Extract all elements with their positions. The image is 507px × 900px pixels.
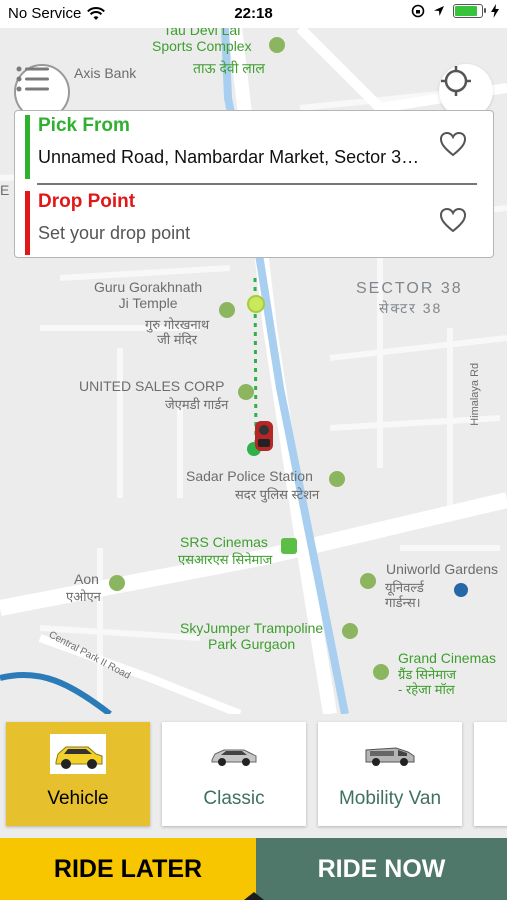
route-start-dot [247,295,265,313]
lock-rotation-icon [411,4,425,18]
ride-now-button[interactable]: RIDE NOW [256,838,507,900]
mobility-van-label: Mobility Van [338,788,442,809]
yellow-car-icon [50,734,106,774]
address-divider [37,183,477,185]
map-label-aon: Aon [74,571,99,587]
bottom-actions: RIDE LATER RIDE NOW [0,838,507,900]
silver-car-icon [211,749,257,766]
vehicle-option-partial[interactable] [474,722,507,826]
map-label-axis-bank: Axis Bank [74,65,137,81]
blue-marker [454,583,468,597]
address-card: Pick From Unnamed Road, Nambardar Market… [14,110,494,258]
vehicle-option-vehicle[interactable]: Vehicle [6,722,150,826]
map-label-united-sales-hi: जेएमडी गार्डन [165,397,229,412]
pickup-indicator [25,115,30,179]
canal-bottom-left [0,672,112,714]
map-label-sadar-police-hi: सदर पुलिस स्टेशन [235,487,320,502]
driver-marker [255,421,273,451]
map-label-srs-hi: एसआरएस सिनेमाज [178,552,273,567]
battery-level [455,6,478,16]
map-label-tau-devi-lal-hi: ताऊ देवी लाल [193,60,265,76]
map-label-uniworld-hi: यूनिवर्ल्ड गार्डन्स। [385,580,424,610]
pickup-title: Pick From [38,115,130,136]
vehicle-label: Vehicle [47,788,109,809]
crosshair-icon [441,66,471,96]
van-icon [365,747,415,766]
menu-icon [16,66,49,92]
vehicle-option-classic[interactable]: Classic [162,722,306,826]
map-label-united-sales: UNITED SALES CORP [79,378,225,394]
map-label-skyjumper: SkyJumper Trampoline Park Gurgaon [180,620,324,653]
location-arrow-icon [434,6,444,16]
ride-later-button[interactable]: RIDE LATER [0,838,256,900]
map-label-grand-cinemas-hi: ग्रैंड सिनेमाज - रहेजा मॉल [398,667,457,697]
drop-indicator [25,191,30,255]
selection-indicator [244,892,264,900]
vehicle-selector: Vehicle Classic Mobility Van [0,714,507,838]
drop-row[interactable]: Drop Point Set your drop point [25,191,485,255]
map-label-tau-devi-lal: Tau Devi Lal Sports Complex [152,28,252,55]
drop-placeholder: Set your drop point [38,223,191,243]
battery-icon [453,4,486,18]
map-label-guru-temple: Guru Gorakhnath Ji Temple [94,279,203,312]
pickup-address: Unnamed Road, Nambardar Market, Sector 3… [38,147,428,167]
charging-icon [491,4,499,18]
map-label-sector38: SECTOR 38 [356,280,463,297]
pickup-favorite-heart-icon[interactable] [439,131,467,157]
classic-label: Classic [203,788,265,809]
map-label-himalaya-rd: Himalaya Rd [469,362,482,426]
vehicle-option-mobility-van[interactable]: Mobility Van [318,722,462,826]
map-label-uniworld: Uniworld Gardens [386,561,499,577]
drop-title: Drop Point [38,191,136,212]
map-label-aon-hi: एओएन [66,589,101,604]
map-label-edge: E [0,182,10,198]
map-label-guru-temple-hi: गुरु गोरखनाथ जी मंदिर [145,317,210,347]
status-bar: No Service 22:18 [0,0,507,28]
map-label-sector38-hi: सेक्टर 38 [379,300,443,316]
map-label-sadar-police: Sadar Police Station [186,468,313,484]
pickup-row[interactable]: Pick From Unnamed Road, Nambardar Market… [25,115,485,179]
status-right [411,4,499,18]
map-label-grand-cinemas: Grand Cinemas [398,650,497,666]
drop-favorite-heart-icon[interactable] [439,207,467,233]
map-label-srs: SRS Cinemas [180,534,268,550]
srs-marker [281,538,297,554]
